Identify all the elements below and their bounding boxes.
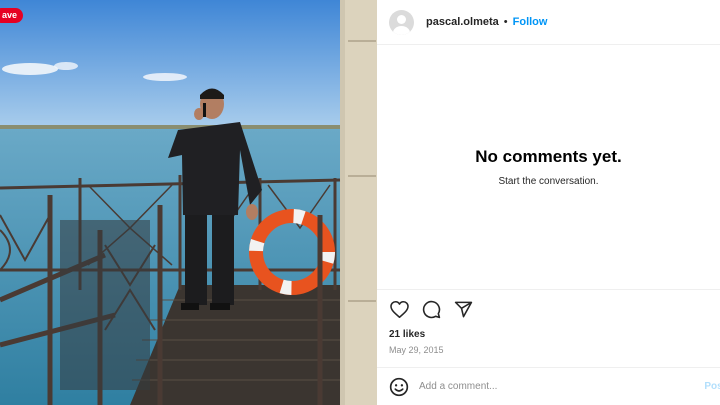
post-image <box>0 0 377 405</box>
avatar-head <box>397 14 406 24</box>
emoji-icon[interactable] <box>389 377 409 397</box>
separator-dot: • <box>503 16 508 28</box>
comment-input[interactable] <box>419 381 699 392</box>
post-comment-button[interactable]: Post <box>704 381 720 392</box>
share-icon[interactable] <box>453 299 473 319</box>
add-comment-bar: Post <box>377 367 720 405</box>
post-side-panel: pascal.olmeta • Follow No comments yet. … <box>377 0 720 405</box>
avatar-body <box>393 25 410 35</box>
action-bar <box>377 290 720 328</box>
no-comments-title: No comments yet. <box>475 147 622 166</box>
save-button[interactable]: ave <box>0 8 24 23</box>
username-link[interactable]: pascal.olmeta <box>426 16 499 28</box>
likes-count[interactable]: 21 likes <box>377 328 720 342</box>
comments-area: No comments yet. Start the conversation. <box>377 45 720 290</box>
heart-icon[interactable] <box>389 299 409 319</box>
post-viewer: ave pascal.olmeta • Follow No comments y… <box>0 0 720 405</box>
comment-icon[interactable] <box>421 299 441 319</box>
post-photo[interactable]: ave <box>0 0 377 405</box>
avatar[interactable] <box>389 9 414 35</box>
post-header: pascal.olmeta • Follow <box>377 0 720 45</box>
follow-button[interactable]: Follow <box>513 16 548 28</box>
post-date: May 29, 2015 <box>389 345 444 355</box>
no-comments-subtitle: Start the conversation. <box>498 176 599 187</box>
